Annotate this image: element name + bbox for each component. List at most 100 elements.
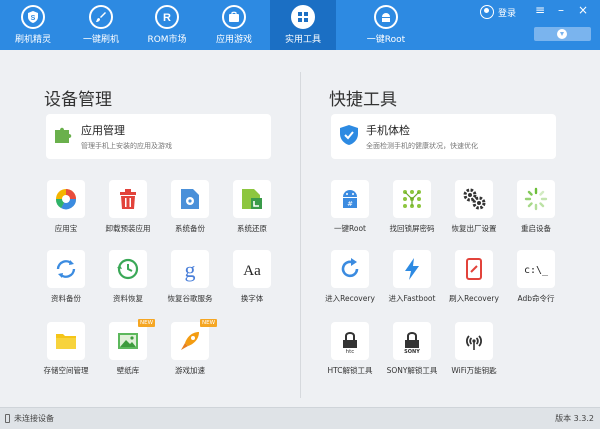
- nav-item-one-click-flash[interactable]: 一键刷机: [68, 0, 134, 50]
- tool-app-store[interactable]: 应用宝: [34, 180, 98, 244]
- tool-data-restore[interactable]: 资料恢复: [96, 250, 160, 314]
- tool-wallpaper-library[interactable]: NEW 壁纸库: [96, 319, 160, 386]
- device-management-title: 设备管理: [44, 90, 112, 110]
- svg-text:SONY: SONY: [404, 349, 420, 354]
- menu-icon[interactable]: ≡: [533, 3, 547, 17]
- puzzle-icon: [55, 127, 72, 143]
- tool-adb-command-line[interactable]: c:\_ Adb命令行: [504, 250, 568, 314]
- minimize-icon[interactable]: –: [554, 3, 568, 17]
- tool-label: 系统还原: [237, 224, 267, 233]
- shield-s-icon: S: [21, 5, 45, 29]
- tablet-icon: [466, 258, 482, 280]
- folder-icon: [56, 334, 76, 349]
- loading-icon: [524, 187, 548, 211]
- tool-label: 游戏加速: [175, 366, 205, 375]
- status-bar: 未连接设备 版本 3.3.2: [0, 407, 600, 429]
- tool-system-backup[interactable]: 系统备份: [158, 180, 222, 244]
- card-subtitle: 管理手机上安装的应用及游戏: [81, 142, 172, 150]
- font-icon: Aa: [243, 263, 261, 279]
- tool-recover-lock-password[interactable]: 找回锁屏密码: [380, 180, 444, 244]
- shield-check-icon: [340, 125, 358, 145]
- trash-icon: [120, 189, 136, 209]
- sync-icon: [56, 260, 76, 278]
- htc-lock-icon: htc: [343, 332, 357, 354]
- card-subtitle: 全面检测手机的健康状况，快速优化: [366, 142, 478, 150]
- svg-text:#: #: [347, 200, 353, 208]
- google-icon: g: [185, 257, 196, 282]
- nav-item-utilities[interactable]: 实用工具: [270, 0, 336, 50]
- tool-sony-unlock[interactable]: SONY SONY解锁工具: [380, 322, 444, 386]
- android-icon: [374, 5, 398, 29]
- quick-tools-title: 快捷工具: [329, 90, 397, 110]
- system-restore-icon: [242, 189, 262, 209]
- svg-text:Aa: Aa: [243, 263, 261, 279]
- tool-change-font[interactable]: Aa 换字体: [220, 250, 284, 314]
- lightning-icon: [405, 258, 419, 280]
- card-title: 手机体检: [366, 124, 410, 137]
- tool-storage-management[interactable]: 存储空间管理: [34, 322, 98, 386]
- tool-htc-unlock[interactable]: htc HTC解锁工具: [318, 322, 382, 386]
- rom-r-icon: R: [155, 5, 179, 29]
- tool-enter-fastboot[interactable]: 进入Fastboot: [380, 250, 444, 314]
- tool-game-acceleration[interactable]: NEW 游戏加速: [158, 319, 222, 386]
- section-divider: [300, 72, 301, 398]
- tool-one-click-root[interactable]: # 一键Root: [318, 180, 382, 244]
- nav-item-label: ROM市场: [147, 35, 187, 45]
- tool-data-backup[interactable]: 资料备份: [34, 250, 98, 314]
- clock-restore-icon: [117, 258, 139, 280]
- android-root-icon: #: [343, 190, 357, 208]
- nav-item-label: 实用工具: [284, 35, 321, 45]
- tool-label: 换字体: [240, 294, 264, 303]
- nav-item-flash-wizard[interactable]: S 刷机精灵: [0, 0, 66, 50]
- phone-icon: [5, 414, 10, 423]
- nav-item-rom-market[interactable]: R ROM市场: [134, 0, 200, 50]
- grid-icon: [291, 5, 315, 29]
- nav-item-label: 一键Root: [366, 35, 406, 45]
- refresh-icon: [341, 258, 359, 278]
- device-status: 未连接设备: [14, 414, 54, 423]
- tool-label: Adb命令行: [517, 294, 555, 303]
- tool-label: WiFi万能钥匙: [451, 366, 497, 375]
- tool-factory-reset[interactable]: 恢复出厂设置: [442, 180, 506, 244]
- bag-icon: [222, 5, 246, 29]
- version-label: 版本 3.3.2: [555, 414, 594, 423]
- tool-flash-recovery[interactable]: 刷入Recovery: [442, 250, 506, 314]
- nav-item-label: 应用游戏: [215, 35, 252, 45]
- new-badge: NEW: [200, 319, 218, 327]
- brush-icon: [89, 5, 113, 29]
- svg-text:R: R: [163, 12, 171, 24]
- terminal-icon: c:\_: [524, 265, 549, 276]
- system-backup-icon: [181, 189, 199, 209]
- nav-item-label: 刷机精灵: [14, 35, 51, 45]
- tool-wifi-master-key[interactable]: WiFi万能钥匙: [442, 322, 506, 386]
- svg-text:htc: htc: [346, 349, 355, 354]
- tool-restore-google-services[interactable]: g 恢复谷歌服务: [158, 250, 222, 314]
- svg-text:g: g: [185, 257, 196, 282]
- app-management-card[interactable]: 应用管理 管理手机上安装的应用及游戏: [46, 114, 271, 159]
- sony-lock-icon: SONY: [404, 332, 420, 354]
- tool-enter-recovery[interactable]: 进入Recovery: [318, 250, 382, 314]
- nav-item-one-click-root[interactable]: 一键Root: [353, 0, 419, 50]
- tool-uninstall-preinstalled[interactable]: 卸载预装应用: [96, 180, 160, 244]
- new-badge: NEW: [138, 319, 156, 327]
- download-button[interactable]: [534, 27, 591, 41]
- close-icon[interactable]: ×: [576, 3, 590, 17]
- gears-icon: [463, 188, 486, 210]
- avatar-icon: [480, 5, 494, 19]
- phone-checkup-card[interactable]: 手机体检 全面检测手机的健康状况，快速优化: [331, 114, 556, 159]
- utilities-panel: 设备管理 应用管理 管理手机上安装的应用及游戏 应用宝 卸载预装应用 系统备份 …: [0, 50, 600, 407]
- tool-label: 重启设备: [521, 224, 551, 233]
- app-store-icon: [55, 189, 77, 210]
- wifi-key-icon: [466, 335, 482, 350]
- download-icon: [557, 29, 567, 39]
- svg-text:S: S: [31, 15, 36, 22]
- wallpaper-icon: [118, 333, 138, 349]
- tool-reboot-device[interactable]: 重启设备: [504, 180, 568, 244]
- rocket-icon: [181, 332, 199, 350]
- tool-system-restore[interactable]: 系统还原: [220, 180, 284, 244]
- nav-item-label: 一键刷机: [82, 35, 119, 45]
- svg-text:c:\_: c:\_: [524, 265, 549, 276]
- pattern-lock-icon: [403, 190, 421, 208]
- nav-item-apps-games[interactable]: 应用游戏: [201, 0, 267, 50]
- card-title: 应用管理: [81, 124, 125, 137]
